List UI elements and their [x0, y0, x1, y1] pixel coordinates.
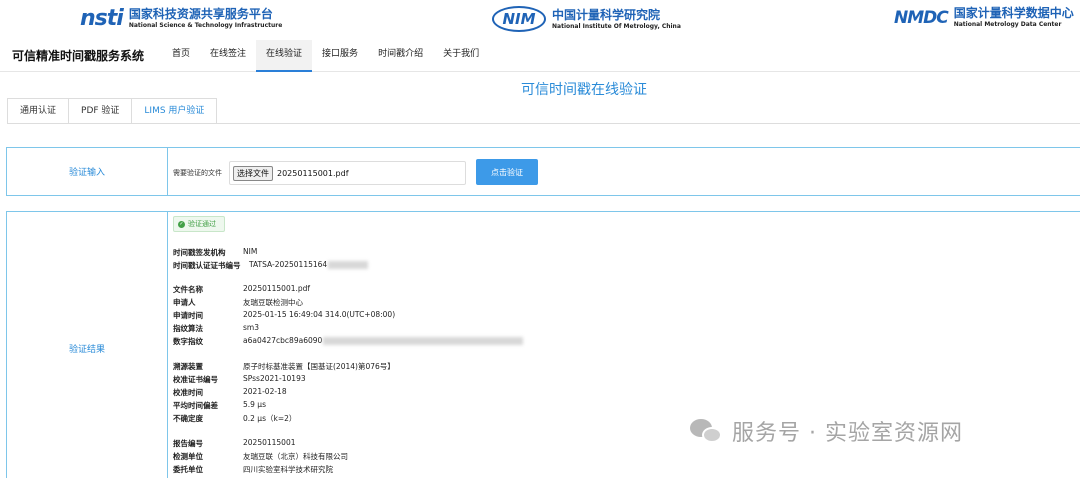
field-value: 四川实验室科学技术研究院 [243, 465, 333, 474]
field-value: SPss2021-10193 [243, 374, 306, 383]
field-key: 委托单位 [173, 465, 203, 474]
nmdc-logo-cn: 国家计量科学数据中心 [953, 6, 1074, 20]
field-value: sm3 [243, 323, 259, 332]
field-key: 报告编号 [173, 439, 203, 448]
nav-timestamp-intro[interactable]: 时间戳介绍 [368, 40, 433, 72]
field-key: 数字指纹 [173, 337, 203, 346]
redaction [328, 261, 369, 269]
nim-logo[interactable]: NIM 中国计量科学研究院 National Institute Of Metr… [492, 6, 681, 32]
nav-api-service[interactable]: 接口服务 [312, 40, 368, 72]
verify-result-label: 验证结果 [7, 212, 168, 478]
field-key: 不确定度 [173, 414, 203, 423]
field-key: 检测单位 [173, 452, 203, 461]
field-key: 溯源装置 [173, 362, 203, 371]
field-key: 指纹算法 [173, 324, 203, 333]
choose-file-button[interactable]: 选择文件 [233, 165, 273, 181]
watermark-text: 服务号 · 实验室资源网 [732, 421, 963, 446]
field-value: 0.2 μs（k=2） [243, 414, 297, 423]
field-key: 校准时间 [173, 388, 203, 397]
site-title[interactable]: 可信精准时间戳服务系统 [12, 47, 162, 64]
main-nav: 可信精准时间戳服务系统 首页 在线签注 在线验证 接口服务 时间戳介绍 关于我们 [0, 39, 1080, 72]
nim-logo-mark: NIM [492, 6, 546, 32]
field-value: 5.9 μs [243, 400, 266, 409]
wechat-icon [690, 417, 724, 445]
digital-fingerprint: a6a0427cbc89a6090 [243, 336, 323, 345]
verify-tabs: 通用认证 PDF 验证 LIMS 用户验证 [7, 98, 218, 124]
nav-about-us[interactable]: 关于我们 [433, 40, 489, 72]
field-value: 友瑞豆联（北京）科技有限公司 [243, 452, 348, 461]
nsti-logo-en: National Science & Technology Infrastruc… [128, 22, 283, 29]
field-key: 时间戳签发机构 [173, 248, 226, 257]
field-value: 2021-02-18 [243, 387, 287, 396]
verify-input-label: 验证输入 [7, 148, 168, 195]
tab-lims[interactable]: LIMS 用户验证 [131, 98, 218, 124]
cert-number: TATSA-20250115164 [249, 260, 328, 269]
nav-online-sign[interactable]: 在线签注 [200, 40, 256, 72]
nsti-logo-mark: nsti [80, 6, 124, 31]
nsti-logo-cn: 国家科技资源共享服务平台 [128, 7, 273, 21]
field-value: TATSA-20250115164 [249, 260, 369, 269]
selected-file-name: 20250115001.pdf [277, 168, 349, 178]
nim-logo-en: National Institute Of Metrology, China [552, 22, 681, 30]
status-badge: ✓ 验证通过 [173, 216, 225, 232]
field-value: a6a0427cbc89a6090 [243, 336, 524, 345]
field-key: 平均时间偏差 [173, 401, 218, 410]
redaction [323, 337, 524, 345]
nim-logo-cn: 中国计量科学研究院 [552, 7, 661, 22]
field-value: 20250115001 [243, 438, 296, 447]
nmdc-logo[interactable]: NMDC 国家计量科学数据中心 National Metrology Data … [894, 6, 1074, 29]
field-key: 申请人 [173, 298, 196, 307]
nmdc-logo-en: National Metrology Data Center [953, 21, 1062, 28]
tab-pdf[interactable]: PDF 验证 [68, 98, 133, 124]
nmdc-logo-mark: NMDC [894, 7, 949, 28]
nav-home[interactable]: 首页 [162, 40, 200, 72]
check-icon: ✓ [178, 220, 185, 228]
field-value: 2025-01-15 16:49:04 314.0(UTC+08:00) [243, 310, 396, 319]
tab-general[interactable]: 通用认证 [7, 98, 70, 124]
field-value: NIM [243, 247, 258, 256]
field-key: 文件名称 [173, 285, 203, 294]
nav-online-verify[interactable]: 在线验证 [256, 39, 313, 72]
wechat-watermark: 服务号 · 实验室资源网 [690, 415, 963, 447]
header-logos: nsti 国家科技资源共享服务平台 National Science & Tec… [0, 0, 1080, 40]
field-value: 原子时标基准装置【国基证(2014)第076号】 [243, 362, 395, 371]
field-key: 校准证书编号 [173, 375, 218, 384]
field-key: 申请时间 [173, 311, 203, 320]
verify-button[interactable]: 点击验证 [476, 159, 538, 185]
field-value: 友瑞豆联检测中心 [243, 298, 303, 307]
file-input[interactable]: 选择文件 20250115001.pdf [229, 161, 466, 185]
nsti-logo[interactable]: nsti 国家科技资源共享服务平台 National Science & Tec… [80, 6, 282, 31]
file-field-label: 需要验证的文件 [173, 169, 222, 177]
field-key: 时间戳认证证书编号 [173, 261, 241, 270]
verify-input-panel: 验证输入 需要验证的文件 选择文件 20250115001.pdf 点击验证 [6, 147, 1080, 196]
page-title: 可信时间戳在线验证 [521, 82, 647, 98]
tabs-divider [7, 123, 1080, 124]
field-value: 20250115001.pdf [243, 284, 311, 293]
status-text: 验证通过 [188, 220, 216, 228]
